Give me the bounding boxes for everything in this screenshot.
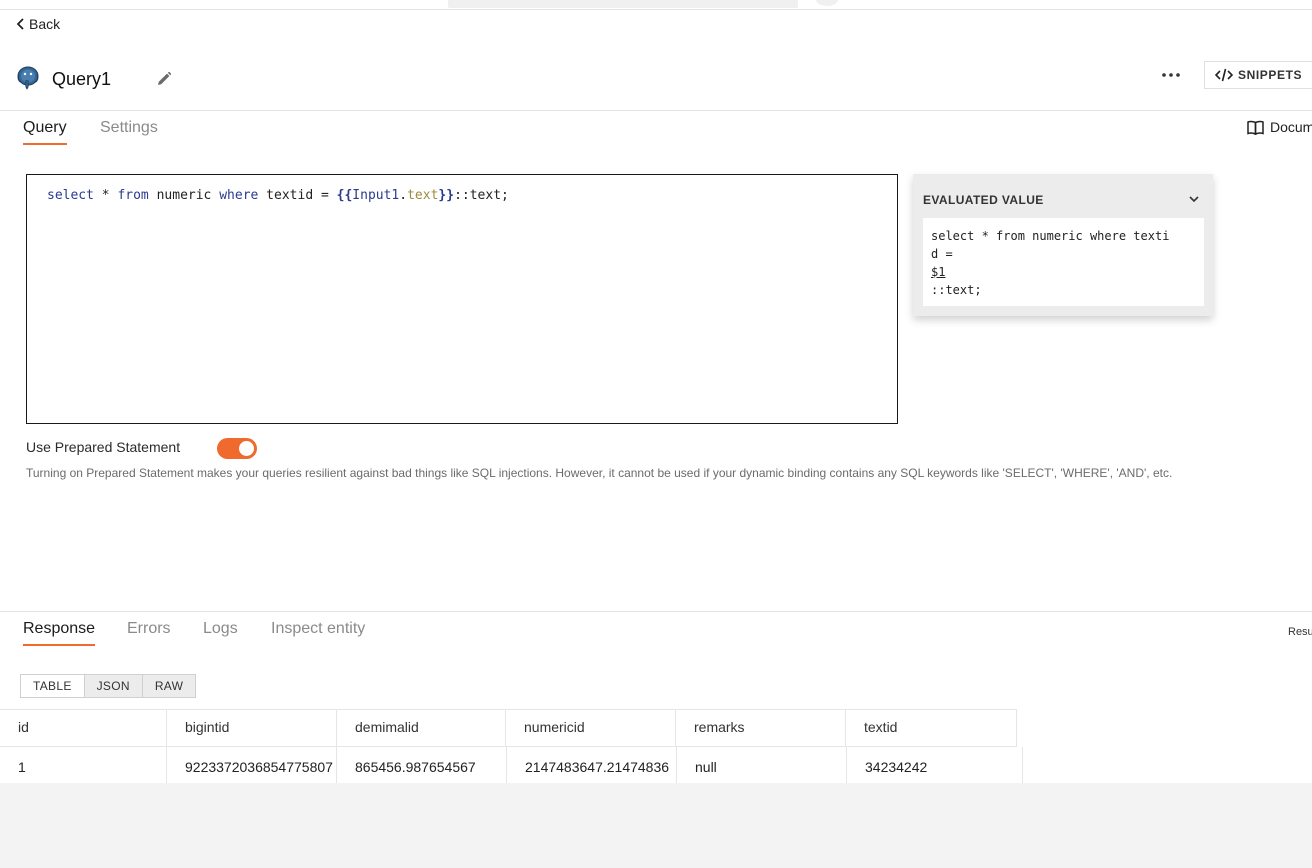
chevron-down-icon[interactable]: [1188, 194, 1200, 204]
tab-settings[interactable]: Settings: [100, 119, 158, 143]
result-info: Resu: [1288, 626, 1312, 638]
documentation-label: Docum: [1270, 119, 1312, 135]
book-icon: [1247, 120, 1264, 135]
response-view-switcher: TABLE JSON RAW: [20, 674, 197, 698]
documentation-link[interactable]: Docum: [1247, 119, 1312, 135]
view-table-button[interactable]: TABLE: [21, 675, 85, 697]
table-cell: 865456.987654567: [337, 747, 507, 783]
table-cell: 9223372036854775807: [167, 747, 337, 783]
query-tabs: Query Settings Docum: [0, 112, 1312, 146]
column-header-numericid[interactable]: numericid: [506, 709, 676, 747]
column-header-textid[interactable]: textid: [846, 709, 1017, 747]
query-code[interactable]: select * from numeric where textid = {{I…: [47, 188, 509, 203]
binding-property: text: [407, 188, 439, 203]
toggle-knob: [239, 441, 254, 456]
table-empty-area: [0, 783, 1312, 868]
query-editor[interactable]: select * from numeric where textid = {{I…: [26, 174, 898, 424]
binding-close: }}: [438, 188, 455, 203]
code-text: *: [93, 188, 118, 203]
prepared-statement-toggle[interactable]: [217, 438, 257, 459]
postgres-elephant-icon: [17, 66, 39, 90]
code-text: numeric: [148, 188, 220, 203]
evaluated-value-title: EVALUATED VALUE: [923, 193, 1044, 207]
binding-dot: .: [399, 188, 408, 203]
tab-query[interactable]: Query: [23, 119, 67, 145]
evaluated-value-body: select * from numeric where texti d = $1…: [923, 218, 1204, 306]
prepared-statement-label: Use Prepared Statement: [26, 439, 181, 455]
code-keyword-from: from: [117, 188, 149, 203]
code-text: ::text;: [454, 188, 509, 203]
column-header-remarks[interactable]: remarks: [676, 709, 846, 747]
evaluated-value-popup: EVALUATED VALUE select * from numeric wh…: [913, 174, 1213, 316]
tab-logs[interactable]: Logs: [203, 620, 238, 644]
back-button[interactable]: Back: [16, 16, 60, 32]
column-header-demimalid[interactable]: demimalid: [337, 709, 506, 747]
table-row[interactable]: 1 9223372036854775807 865456.987654567 2…: [0, 747, 1312, 783]
pencil-icon[interactable]: [156, 71, 172, 87]
table-cell: null: [677, 747, 847, 783]
chevron-left-icon: [16, 18, 24, 30]
prepared-statement-help: Turning on Prepared Statement makes your…: [26, 466, 1173, 480]
code-keyword-where: where: [219, 188, 259, 203]
query-title[interactable]: Query1: [52, 69, 111, 90]
view-json-button[interactable]: JSON: [84, 675, 143, 697]
binding-open: {{: [336, 188, 353, 203]
more-options-icon[interactable]: [1160, 69, 1182, 81]
table-cell: 1: [0, 747, 167, 783]
snippets-button[interactable]: SNIPPETS: [1204, 61, 1312, 89]
binding-object: Input1: [352, 188, 400, 203]
tab-errors[interactable]: Errors: [127, 620, 171, 644]
response-pane: Response Errors Logs Inspect entity Resu…: [0, 611, 1312, 868]
top-search-bar[interactable]: [448, 0, 798, 8]
code-keyword-select: select: [47, 188, 94, 203]
code-text: textid =: [258, 188, 337, 203]
view-raw-button[interactable]: RAW: [142, 675, 196, 697]
tab-inspect-entity[interactable]: Inspect entity: [271, 620, 365, 644]
top-avatar[interactable]: [816, 0, 838, 6]
table-cell: 34234242: [847, 747, 1023, 783]
back-label: Back: [29, 16, 61, 32]
table-header-row: id bigintid demimalid numericid remarks …: [0, 709, 1312, 747]
column-header-bigintid[interactable]: bigintid: [167, 709, 337, 747]
snippets-label: SNIPPETS: [1238, 68, 1303, 82]
code-icon: [1215, 68, 1233, 82]
table-cell: 2147483647.21474836: [507, 747, 677, 783]
evaluated-line: ::text;: [931, 283, 982, 297]
evaluated-line: d =: [931, 247, 953, 261]
results-table: id bigintid demimalid numericid remarks …: [0, 709, 1312, 783]
evaluated-line: select * from numeric where texti: [931, 229, 1170, 243]
column-header-id[interactable]: id: [0, 709, 167, 747]
query-header: Query1 SNIPPETS: [0, 60, 1312, 111]
tab-response[interactable]: Response: [23, 620, 96, 646]
evaluated-param: $1: [931, 265, 946, 279]
top-bar: [0, 0, 1312, 10]
